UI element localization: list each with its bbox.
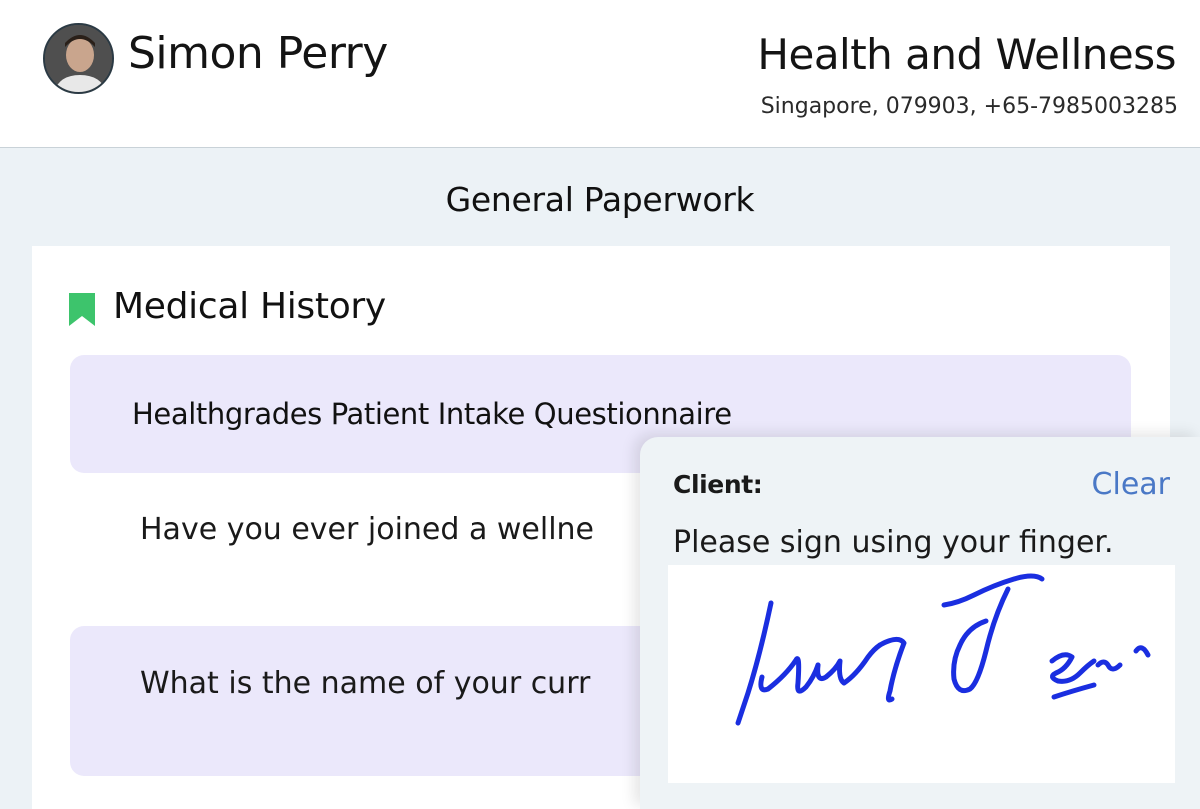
section-heading: Medical History xyxy=(113,286,386,327)
signature-panel: Client: Clear Please sign using your fin… xyxy=(640,437,1200,809)
signature-label: Client: xyxy=(673,470,763,499)
question-item[interactable]: Have you ever joined a wellne xyxy=(140,512,594,547)
bookmark-icon xyxy=(69,293,95,326)
avatar[interactable] xyxy=(43,23,114,94)
app-header: Simon Perry Health and Wellness Singapor… xyxy=(0,0,1200,148)
avatar-photo xyxy=(45,25,112,92)
user-name: Simon Perry xyxy=(128,28,388,79)
organization-address: Singapore, 079903, +65-7985003285 xyxy=(760,94,1178,119)
organization-name: Health and Wellness xyxy=(757,30,1176,79)
signature-ink xyxy=(735,573,1151,726)
question-text: What is the name of your curr xyxy=(140,666,591,701)
questionnaire-title: Healthgrades Patient Intake Questionnair… xyxy=(132,397,732,431)
page-title: General Paperwork xyxy=(445,180,755,219)
clear-signature-button[interactable]: Clear xyxy=(1092,467,1170,502)
signature-pad[interactable] xyxy=(668,565,1175,783)
signature-instruction: Please sign using your finger. xyxy=(673,525,1114,560)
